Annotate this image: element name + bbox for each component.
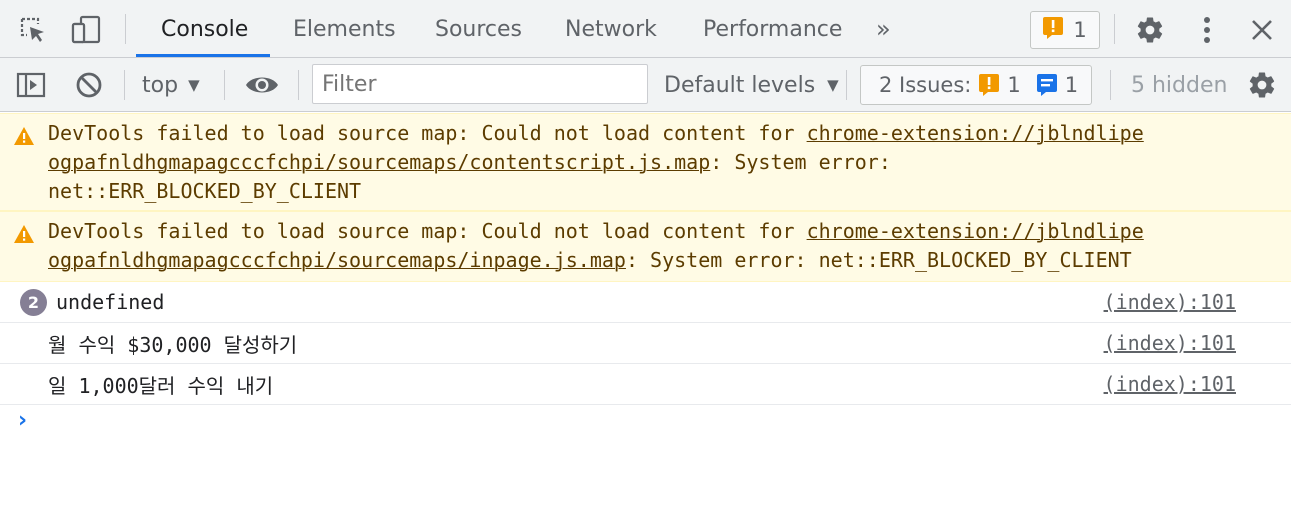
warning-icon (1043, 16, 1064, 44)
repeat-count-badge: 2 (20, 289, 47, 316)
console-log-message: 일 1,000달러 수익 내기 (index):101 (0, 364, 1291, 405)
hidden-messages-count: 5 hidden (1131, 72, 1228, 98)
context-label: top (142, 72, 179, 98)
kebab-menu-icon[interactable] (1192, 12, 1222, 48)
warning-icon (979, 74, 1000, 96)
warning-text: DevTools failed to load source map: Coul… (48, 121, 1144, 203)
warning-icon (13, 223, 35, 252)
warning-text: DevTools failed to load source map: Coul… (48, 219, 1144, 272)
info-message-icon (1036, 74, 1057, 96)
issues-button[interactable]: 2 Issues: 1 1 (860, 65, 1092, 105)
inspect-element-icon[interactable] (16, 14, 50, 46)
source-map-link[interactable]: chrome-extension://jblndlipe (807, 121, 1144, 145)
log-levels-label: Default levels (664, 72, 816, 98)
log-text: 월 수익 $30,000 달성하기 (48, 332, 298, 357)
issues-warning-count: 1 (1007, 73, 1021, 97)
eye-icon[interactable] (243, 69, 281, 101)
issues-info-count: 1 (1064, 73, 1079, 97)
filter-input[interactable] (312, 64, 648, 104)
close-icon[interactable] (1244, 12, 1280, 48)
device-toolbar-icon[interactable] (68, 13, 104, 47)
log-text: 일 1,000달러 수익 내기 (48, 373, 274, 398)
warnings-count: 1 (1073, 18, 1087, 42)
devtools-tab-bar: Console Elements Sources Network Perform… (0, 0, 1291, 58)
console-warning-message: DevTools failed to load source map: Coul… (0, 113, 1291, 211)
console-settings-gear-icon[interactable] (1244, 68, 1280, 102)
console-toolbar: top ▼ Default levels ▼ 2 Issues: 1 1 5 h… (0, 58, 1291, 112)
source-map-link[interactable]: ogpafnldhgmapagcccfchpi/sourcemaps/inpag… (48, 248, 626, 272)
warnings-badge[interactable]: 1 (1030, 11, 1100, 49)
clear-console-icon[interactable] (72, 68, 106, 102)
more-tabs-icon[interactable]: » (876, 0, 891, 58)
source-map-link[interactable]: chrome-extension://jblndlipe (807, 219, 1144, 243)
source-link[interactable]: (index):101 (1104, 323, 1236, 363)
active-tab-indicator (136, 54, 270, 57)
log-levels-dropdown[interactable]: Default levels ▼ (664, 58, 839, 112)
console-log-message: 2 undefined (index):101 (0, 282, 1291, 323)
tab-elements[interactable]: Elements (293, 0, 396, 58)
issues-label: 2 Issues: (879, 73, 972, 97)
console-warning-message: DevTools failed to load source map: Coul… (0, 211, 1291, 282)
settings-gear-icon[interactable] (1132, 12, 1168, 48)
tab-network[interactable]: Network (565, 0, 657, 58)
tab-bar-divider (125, 14, 126, 44)
context-selector[interactable]: top ▼ (142, 58, 200, 112)
toolbar-divider (846, 70, 847, 100)
sidebar-toggle-icon[interactable] (14, 70, 48, 100)
dropdown-caret-icon: ▼ (827, 76, 839, 94)
warning-icon (13, 125, 35, 154)
tab-bar-divider (1114, 14, 1115, 44)
toolbar-divider (224, 70, 225, 100)
log-text: undefined (56, 290, 165, 314)
toolbar-divider (298, 70, 299, 100)
tab-console[interactable]: Console (161, 0, 248, 58)
source-link[interactable]: (index):101 (1104, 364, 1236, 404)
source-map-link[interactable]: ogpafnldhgmapagcccfchpi/sourcemaps/conte… (48, 150, 710, 174)
toolbar-divider (124, 70, 125, 100)
tab-performance[interactable]: Performance (703, 0, 842, 58)
dropdown-caret-icon: ▼ (188, 76, 200, 94)
console-prompt-icon[interactable]: › (18, 408, 27, 433)
toolbar-divider (1110, 70, 1111, 100)
console-log-message: 월 수익 $30,000 달성하기 (index):101 (0, 323, 1291, 364)
source-link[interactable]: (index):101 (1104, 282, 1236, 322)
tab-sources[interactable]: Sources (435, 0, 522, 58)
